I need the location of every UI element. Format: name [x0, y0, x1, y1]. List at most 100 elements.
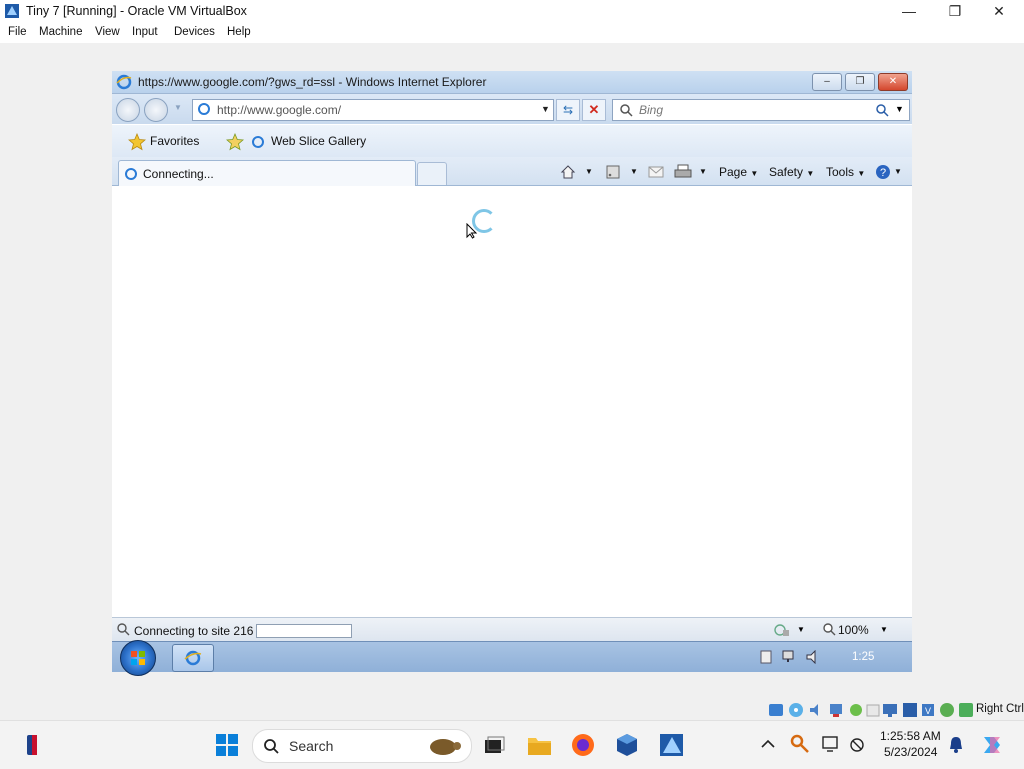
ie-logo-icon: [116, 74, 132, 90]
tools-menu[interactable]: Tools ▼: [826, 165, 865, 179]
mouse-integration-icon[interactable]: [939, 702, 955, 718]
refresh-button[interactable]: ⇆: [556, 99, 580, 121]
page-menu[interactable]: Page ▼: [719, 165, 758, 179]
home-icon[interactable]: [560, 164, 576, 180]
status-text: Connecting to site 216: [134, 624, 254, 638]
safety-menu[interactable]: Safety ▼: [769, 165, 814, 179]
ie-minimize-button[interactable]: –: [812, 73, 842, 91]
search-icon: [620, 104, 633, 117]
virtualbox-menubar: File Machine View Input Devices Help: [0, 22, 1024, 43]
taskbar-search-label: Search: [289, 738, 334, 754]
help-dropdown-icon[interactable]: ▼: [894, 167, 902, 176]
window-title: Tiny 7 [Running] - Oracle VM VirtualBox: [26, 4, 247, 18]
network-adapter-icon[interactable]: [828, 702, 844, 718]
show-hidden-icons-chevron-icon[interactable]: [761, 739, 775, 749]
keyboard-capture-icon[interactable]: [958, 702, 974, 718]
menu-help[interactable]: Help: [227, 26, 251, 38]
taskbar-search-icon: [264, 739, 279, 754]
loading-progress-bar: [256, 624, 352, 638]
protected-mode-icon[interactable]: [774, 622, 790, 638]
network-icon[interactable]: [782, 650, 798, 664]
ie-titlebar: https://www.google.com/?gws_rd=ssl - Win…: [112, 71, 912, 94]
nba-widget-icon[interactable]: [20, 733, 44, 757]
web-slice-gallery-link[interactable]: Web Slice Gallery: [271, 134, 366, 148]
safety-menu-label: Safety: [769, 165, 804, 179]
stop-button[interactable]: ✕: [582, 99, 606, 121]
host-clock-date[interactable]: 5/23/2024: [884, 745, 937, 759]
vm-window-taskbar-icon[interactable]: [659, 733, 683, 757]
address-field[interactable]: http://www.google.com/ ▼: [192, 99, 554, 121]
network-disconnected-icon[interactable]: [848, 736, 866, 754]
ie-close-button[interactable]: ✕: [878, 73, 908, 91]
favorites-bar: Favorites Web Slice Gallery: [112, 125, 912, 158]
status-bar: Connecting to site 216 ▼ 100% ▼: [112, 617, 912, 642]
page-content[interactable]: [112, 186, 912, 617]
search-options-dropdown-icon[interactable]: ▼: [895, 104, 904, 114]
copilot-icon[interactable]: [980, 733, 1004, 757]
file-explorer-icon[interactable]: [527, 733, 551, 757]
help-icon[interactable]: ?: [875, 164, 891, 180]
forward-button[interactable]: [144, 98, 168, 122]
guest-taskbar: 1:25: [112, 640, 912, 676]
feeds-dropdown-icon[interactable]: ▼: [630, 167, 638, 176]
menu-devices[interactable]: Devices: [174, 26, 215, 38]
ie-restore-button[interactable]: ❐: [845, 73, 875, 91]
feeds-icon[interactable]: [606, 165, 620, 179]
tab-label: Connecting...: [143, 167, 214, 181]
recording-icon[interactable]: [902, 702, 918, 718]
hard-disk-icon[interactable]: [768, 702, 784, 718]
cpu-icon[interactable]: V: [920, 702, 936, 718]
windows-start-icon[interactable]: [215, 733, 239, 757]
guest-clock[interactable]: 1:25: [852, 651, 874, 663]
host-taskbar: Search 1:25:58 AM 5/23/2024: [0, 720, 1024, 769]
zoom-dropdown-icon[interactable]: ▼: [880, 625, 888, 634]
host-clock-time[interactable]: 1:25:58 AM: [880, 729, 941, 743]
page-menu-label: Page: [719, 165, 748, 179]
virtualbox-taskbar-icon[interactable]: [615, 733, 639, 757]
menu-file[interactable]: File: [8, 26, 27, 38]
zoom-level[interactable]: 100%: [838, 623, 869, 637]
audio-icon[interactable]: [808, 702, 824, 718]
search-go-icon[interactable]: [875, 103, 889, 117]
close-button[interactable]: ✕: [976, 0, 1022, 22]
read-mail-icon[interactable]: [648, 165, 664, 179]
home-dropdown-icon[interactable]: ▼: [585, 167, 593, 176]
protected-mode-dropdown-icon[interactable]: ▼: [797, 625, 805, 634]
menu-input[interactable]: Input: [132, 26, 158, 38]
print-dropdown-icon[interactable]: ▼: [699, 167, 707, 176]
address-dropdown-icon[interactable]: ▼: [541, 104, 550, 114]
print-icon[interactable]: [674, 164, 692, 180]
turtle-search-highlight-icon: [430, 739, 461, 755]
volume-icon[interactable]: [806, 650, 822, 664]
add-favorite-icon[interactable]: [226, 133, 244, 151]
key-tray-icon[interactable]: [790, 734, 810, 754]
display-icon[interactable]: [882, 702, 898, 718]
minimize-button[interactable]: —: [886, 0, 932, 22]
history-dropdown-icon[interactable]: ▼: [174, 103, 182, 112]
display-tray-icon[interactable]: [822, 735, 840, 753]
back-button[interactable]: [116, 98, 140, 122]
notification-doc-icon[interactable]: [760, 650, 772, 664]
search-field[interactable]: Bing ▼: [612, 99, 910, 121]
start-button[interactable]: [120, 640, 156, 676]
search-placeholder: Bing: [639, 103, 664, 117]
usb-icon[interactable]: [848, 702, 864, 718]
favorites-button[interactable]: Favorites: [150, 134, 199, 148]
shared-folders-icon[interactable]: [866, 702, 880, 718]
tab-connecting[interactable]: Connecting...: [118, 160, 416, 186]
taskbar-search-box[interactable]: Search: [252, 729, 472, 763]
menu-view[interactable]: View: [95, 26, 120, 38]
optical-drive-icon[interactable]: [788, 702, 804, 718]
task-view-icon[interactable]: [482, 733, 506, 757]
zoom-icon[interactable]: [822, 622, 836, 636]
ie-taskbar-icon: [184, 650, 202, 666]
notification-bell-icon[interactable]: [948, 736, 964, 754]
svg-text:?: ?: [880, 167, 886, 179]
menu-machine[interactable]: Machine: [39, 26, 82, 38]
address-text: http://www.google.com/: [217, 103, 342, 117]
ie-title: https://www.google.com/?gws_rd=ssl - Win…: [138, 75, 487, 89]
firefox-icon[interactable]: [571, 733, 595, 757]
ie-taskbar-button[interactable]: [172, 644, 214, 672]
new-tab-button[interactable]: [417, 162, 447, 185]
restore-button[interactable]: ❐: [932, 0, 978, 22]
